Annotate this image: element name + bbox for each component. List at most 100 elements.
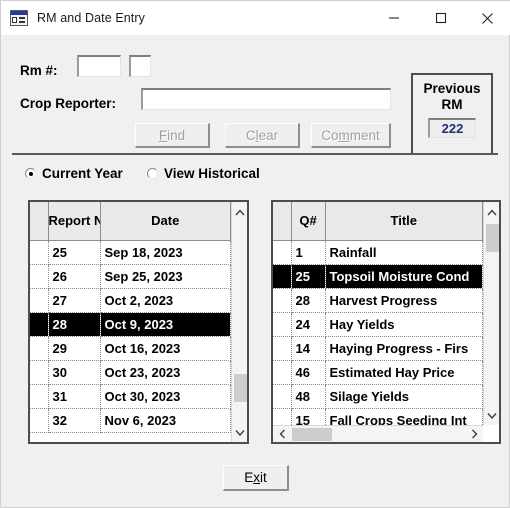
find-button[interactable]: FFindind [135,123,210,148]
cell-q-number[interactable]: 14 [291,336,326,361]
cell-report-number[interactable]: 27 [48,288,101,313]
table-row[interactable]: 48 Silage Yields [273,384,483,409]
scroll-right-icon[interactable] [466,426,482,442]
title-bar: RM and Date Entry [1,1,510,35]
table-row[interactable]: 1 Rainfall [273,240,483,265]
record-selector[interactable] [30,264,49,289]
rm-number-secondary-input[interactable] [129,55,151,77]
cell-q-number[interactable]: 25 [291,264,326,289]
table-row[interactable]: 30 Oct 23, 2023 [30,360,231,385]
record-selector[interactable] [273,360,292,385]
cell-date[interactable]: Oct 9, 2023 [100,312,231,337]
cell-q-number[interactable]: 1 [291,240,326,265]
questions-hscroll-thumb[interactable] [292,428,332,441]
record-selector[interactable] [273,264,292,289]
record-selector[interactable] [273,336,292,361]
record-selector[interactable] [30,288,49,313]
comment-button[interactable]: Comment [311,123,391,148]
cell-title[interactable]: Rainfall [325,240,483,265]
cell-report-number[interactable]: 26 [48,264,101,289]
maximize-icon[interactable] [417,1,464,35]
radio-current-year[interactable]: Current Year [25,166,123,181]
column-header-date[interactable]: Date [100,202,231,241]
record-selector[interactable] [273,312,292,337]
table-row-selected[interactable]: 25 Topsoil Moisture Cond [273,264,483,289]
table-row[interactable]: 29 Oct 16, 2023 [30,336,231,361]
cell-report-number[interactable]: 28 [48,312,101,337]
table-row-selected[interactable]: 28 Oct 9, 2023 [30,312,231,337]
column-header-q-number[interactable]: Q# [291,202,326,241]
crop-reporter-input[interactable] [141,88,391,110]
record-selector[interactable] [273,408,292,425]
questions-datasheet[interactable]: Q# Title 1 Rainfall 25 Topsoil Moisture … [271,200,501,444]
close-icon[interactable] [464,1,510,35]
table-row[interactable]: 14 Haying Progress - Firs [273,336,483,361]
table-row[interactable]: 27 Oct 2, 2023 [30,288,231,313]
record-selector-header [273,202,292,241]
reports-datasheet[interactable]: Report Number Date 25 Sep 18, 2023 26 [28,200,249,444]
record-selector[interactable] [273,240,292,265]
cell-title[interactable]: Harvest Progress [325,288,483,313]
cell-date[interactable]: Nov 6, 2023 [100,408,231,433]
cell-q-number[interactable]: 15 [291,408,326,425]
radio-view-historical[interactable]: View Historical [147,166,260,181]
table-row[interactable]: 24 Hay Yields [273,312,483,337]
scroll-up-icon[interactable] [232,204,247,220]
scroll-left-icon[interactable] [274,426,290,442]
questions-horizontal-scrollbar[interactable] [273,425,483,442]
cell-title[interactable]: Fall Crops Seeding Int [325,408,483,425]
table-row[interactable]: 28 Harvest Progress [273,288,483,313]
cell-report-number[interactable]: 25 [48,240,101,265]
record-selector[interactable] [30,336,49,361]
scroll-down-icon[interactable] [232,424,247,440]
record-selector[interactable] [30,240,49,265]
questions-scroll-thumb[interactable] [486,224,499,252]
table-row[interactable]: 15 Fall Crops Seeding Int [273,408,483,425]
record-selector[interactable] [273,384,292,409]
cell-q-number[interactable]: 48 [291,384,326,409]
table-row[interactable]: 31 Oct 30, 2023 [30,384,231,409]
record-selector[interactable] [30,312,49,337]
cell-date[interactable]: Sep 25, 2023 [100,264,231,289]
cell-title[interactable]: Haying Progress - Firs [325,336,483,361]
questions-vertical-scrollbar[interactable] [483,202,499,425]
record-selector-header [30,202,49,241]
exit-button[interactable]: Exit [223,465,289,491]
cell-report-number[interactable]: 29 [48,336,101,361]
cell-title[interactable]: Topsoil Moisture Cond [325,264,483,289]
record-selector[interactable] [273,288,292,313]
column-header-title[interactable]: Title [325,202,483,241]
record-selector[interactable] [30,384,49,409]
cell-report-number[interactable]: 32 [48,408,101,433]
cell-date[interactable]: Oct 30, 2023 [100,384,231,409]
table-row[interactable]: 25 Sep 18, 2023 [30,240,231,265]
cell-title[interactable]: Hay Yields [325,312,483,337]
table-row[interactable]: 32 Nov 6, 2023 [30,408,231,433]
section-divider [12,153,498,155]
table-row[interactable]: 46 Estimated Hay Price [273,360,483,385]
previous-rm-label: Previous RM [423,81,480,113]
table-row[interactable]: 26 Sep 25, 2023 [30,264,231,289]
minimize-icon[interactable] [370,1,417,35]
scroll-down-icon[interactable] [484,407,499,423]
record-selector[interactable] [30,408,49,433]
reports-table: Report Number Date 25 Sep 18, 2023 26 [30,202,231,433]
cell-report-number[interactable]: 30 [48,360,101,385]
rm-number-input[interactable] [77,55,121,77]
cell-title[interactable]: Estimated Hay Price [325,360,483,385]
record-selector[interactable] [30,360,49,385]
cell-date[interactable]: Oct 2, 2023 [100,288,231,313]
cell-date[interactable]: Oct 23, 2023 [100,360,231,385]
cell-date[interactable]: Oct 16, 2023 [100,336,231,361]
cell-date[interactable]: Sep 18, 2023 [100,240,231,265]
cell-report-number[interactable]: 31 [48,384,101,409]
clear-button[interactable]: Clear [225,123,300,148]
column-header-report-number[interactable]: Report Number [48,202,101,241]
cell-q-number[interactable]: 46 [291,360,326,385]
cell-q-number[interactable]: 24 [291,312,326,337]
scroll-up-icon[interactable] [484,204,499,220]
reports-scroll-thumb[interactable] [234,374,247,402]
reports-vertical-scrollbar[interactable] [231,202,247,442]
cell-title[interactable]: Silage Yields [325,384,483,409]
cell-q-number[interactable]: 28 [291,288,326,313]
